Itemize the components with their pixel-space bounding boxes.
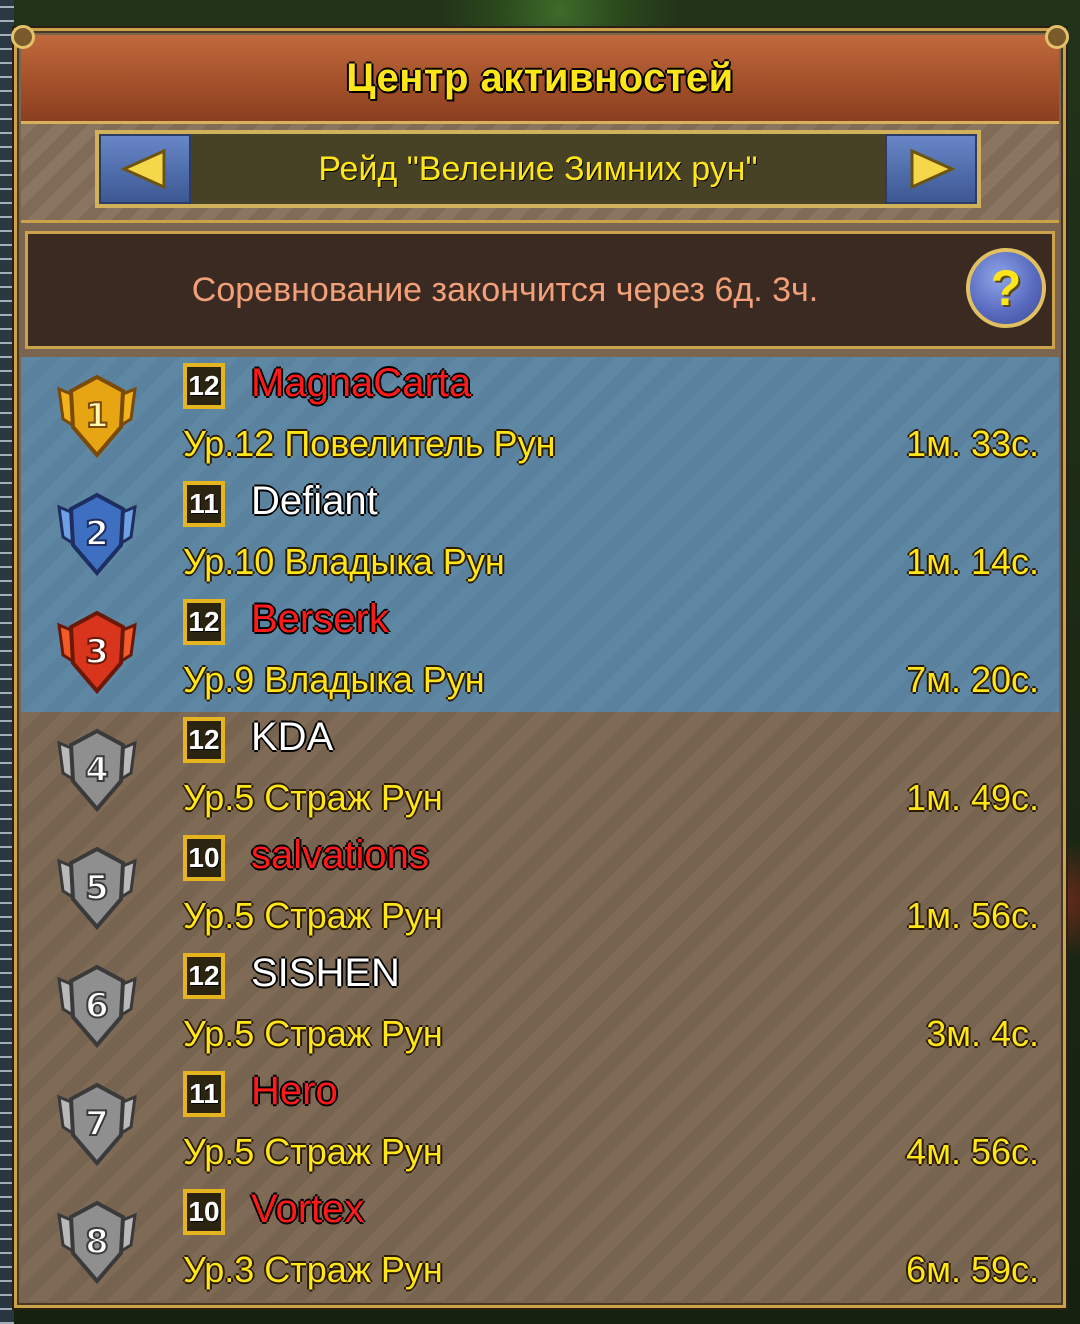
rank-2-badge-icon: 2 bbox=[57, 492, 137, 577]
window-title: Центр активностей bbox=[346, 55, 734, 100]
rank-1-badge-icon: 1 bbox=[57, 374, 137, 459]
completion-time: 1м. 56с. bbox=[906, 895, 1039, 936]
prev-event-button[interactable] bbox=[99, 134, 191, 204]
player-rank-title: Ур.3 Страж Рун bbox=[183, 1249, 443, 1290]
leaderboard-row-6[interactable]: 6 12 SISHEN Ур.5 Страж Рун 3м. 4с. bbox=[21, 947, 1059, 1065]
player-level-badge: 10 bbox=[183, 835, 225, 881]
player-name: Berserk bbox=[251, 597, 389, 641]
player-level-badge: 11 bbox=[183, 1071, 225, 1117]
help-button[interactable]: ? bbox=[966, 248, 1046, 328]
title-bar: Центр активностей bbox=[21, 35, 1059, 124]
player-name: Defiant bbox=[251, 479, 378, 523]
rank-number: 7 bbox=[85, 1104, 109, 1144]
player-name: MagnaCarta bbox=[251, 361, 472, 405]
rank-number: 3 bbox=[85, 632, 109, 672]
arrow-right-icon bbox=[910, 149, 956, 189]
player-level: 12 bbox=[188, 960, 220, 991]
rank-number: 1 bbox=[85, 396, 109, 436]
corner-ornament-icon bbox=[11, 25, 35, 49]
player-rank-title: Ур.9 Владыка Рун bbox=[183, 659, 485, 700]
player-name: Vortex bbox=[251, 1187, 365, 1231]
completion-time: 3м. 4с. bbox=[926, 1013, 1039, 1054]
event-selector-row: Рейд "Веление Зимних рун" bbox=[21, 124, 1059, 223]
player-level: 12 bbox=[188, 606, 220, 637]
leaderboard-row-4[interactable]: 4 12 KDA Ур.5 Страж Рун 1м. 49с. bbox=[21, 711, 1059, 829]
leaderboard-row-7[interactable]: 7 11 Hero Ур.5 Страж Рун 4м. 56с. bbox=[21, 1065, 1059, 1183]
rank-3-badge-icon: 3 bbox=[57, 610, 137, 695]
event-selector: Рейд "Веление Зимних рун" bbox=[95, 130, 981, 208]
rank-8-badge-icon: 8 bbox=[57, 1200, 137, 1285]
leaderboard-row-8[interactable]: 8 10 Vortex Ур.3 Страж Рун 6м. 59с. bbox=[21, 1183, 1059, 1301]
player-name: salvations bbox=[251, 833, 429, 877]
event-name: Рейд "Веление Зимних рун" bbox=[318, 149, 758, 188]
player-level: 12 bbox=[188, 370, 220, 401]
countdown-bar: Соревнование закончится через 6д. 3ч. ? bbox=[25, 231, 1055, 349]
player-level: 11 bbox=[189, 1078, 219, 1109]
player-rank-title: Ур.10 Владыка Рун bbox=[183, 541, 505, 582]
player-level: 11 bbox=[189, 488, 219, 519]
arrow-left-icon bbox=[120, 149, 166, 189]
leaderboard-row-2[interactable]: 2 11 Defiant Ур.10 Владыка Рун 1м. 14с. bbox=[21, 475, 1059, 593]
rank-number: 5 bbox=[85, 868, 109, 908]
leaderboard-list[interactable]: 1 12 MagnaCarta Ур.12 Повелитель Рун 1м.… bbox=[21, 357, 1059, 1301]
next-event-button[interactable] bbox=[885, 134, 977, 204]
player-rank-title: Ур.5 Страж Рун bbox=[183, 895, 443, 936]
player-level: 10 bbox=[188, 1196, 220, 1227]
corner-ornament-icon bbox=[1045, 25, 1069, 49]
player-level-badge: 10 bbox=[183, 1189, 225, 1235]
rank-4-badge-icon: 4 bbox=[57, 728, 137, 813]
player-name: SISHEN bbox=[251, 951, 400, 995]
completion-time: 6м. 59с. bbox=[906, 1249, 1039, 1290]
player-level: 12 bbox=[188, 724, 220, 755]
player-level-badge: 12 bbox=[183, 599, 225, 645]
player-rank-title: Ур.5 Страж Рун bbox=[183, 1013, 443, 1054]
activity-center-window: Центр активностей Рейд "Веление Зимних р… bbox=[11, 25, 1069, 1308]
help-icon: ? bbox=[990, 260, 1022, 316]
rank-number: 8 bbox=[85, 1222, 109, 1262]
rank-number: 6 bbox=[85, 986, 109, 1026]
rank-number: 2 bbox=[85, 514, 109, 554]
player-name: KDA bbox=[251, 715, 334, 759]
completion-time: 1м. 33с. bbox=[906, 423, 1039, 464]
completion-time: 1м. 14с. bbox=[906, 541, 1039, 582]
leaderboard-row-3[interactable]: 3 12 Berserk Ур.9 Владыка Рун 7м. 20с. bbox=[21, 593, 1059, 711]
player-rank-title: Ур.5 Страж Рун bbox=[183, 1131, 443, 1172]
player-level-badge: 11 bbox=[183, 481, 225, 527]
countdown-text: Соревнование закончится через 6д. 3ч. bbox=[191, 270, 819, 309]
player-name: Hero bbox=[251, 1069, 338, 1113]
leaderboard-row-5[interactable]: 5 10 salvations Ур.5 Страж Рун 1м. 56с. bbox=[21, 829, 1059, 947]
completion-time: 1м. 49с. bbox=[906, 777, 1039, 818]
rank-6-badge-icon: 6 bbox=[57, 964, 137, 1049]
rank-number: 4 bbox=[85, 750, 109, 790]
player-level: 10 bbox=[188, 842, 220, 873]
left-chat-rail bbox=[0, 0, 14, 1324]
leaderboard-row-1[interactable]: 1 12 MagnaCarta Ур.12 Повелитель Рун 1м.… bbox=[21, 357, 1059, 475]
player-rank-title: Ур.5 Страж Рун bbox=[183, 777, 443, 818]
completion-time: 4м. 56с. bbox=[906, 1131, 1039, 1172]
completion-time: 7м. 20с. bbox=[906, 659, 1039, 700]
player-level-badge: 12 bbox=[183, 717, 225, 763]
player-level-badge: 12 bbox=[183, 363, 225, 409]
player-rank-title: Ур.12 Повелитель Рун bbox=[183, 423, 556, 464]
player-level-badge: 12 bbox=[183, 953, 225, 999]
rank-5-badge-icon: 5 bbox=[57, 846, 137, 931]
rank-7-badge-icon: 7 bbox=[57, 1082, 137, 1167]
